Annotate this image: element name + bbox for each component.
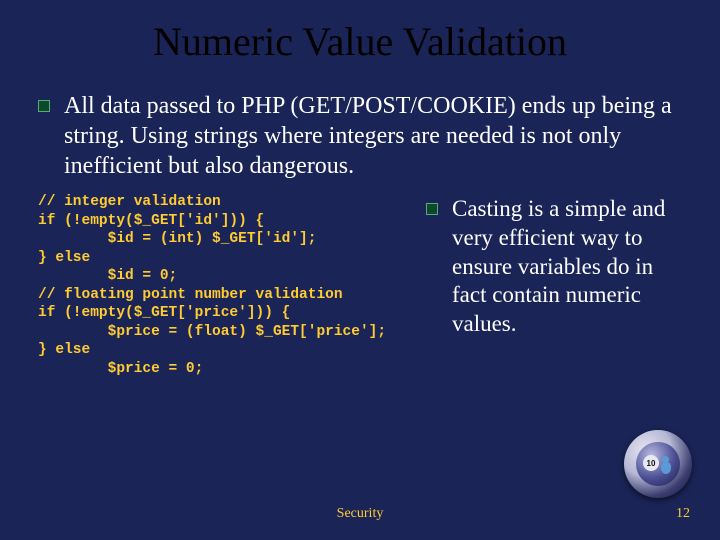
slide: Numeric Value Validation All data passed… <box>0 0 720 540</box>
code-block: // integer validation if (!empty($_GET['… <box>38 193 418 378</box>
footer-label: Security <box>0 506 720 522</box>
decorative-badge-icon: 10 <box>624 430 692 498</box>
badge-inner: 10 <box>636 442 680 486</box>
right-column: Casting is a simple and very efficient w… <box>426 193 682 378</box>
elephant-icon <box>660 454 672 474</box>
slide-title: Numeric Value Validation <box>38 18 682 65</box>
main-bullet-row: All data passed to PHP (GET/POST/COOKIE)… <box>38 91 682 181</box>
bullet-square-icon <box>38 100 50 112</box>
badge-number: 10 <box>643 455 659 471</box>
page-number: 12 <box>676 506 690 522</box>
lower-content: // integer validation if (!empty($_GET['… <box>38 193 682 378</box>
right-bullet-text: Casting is a simple and very efficient w… <box>452 195 682 339</box>
badge-ring: 10 <box>624 430 692 498</box>
main-bullet-text: All data passed to PHP (GET/POST/COOKIE)… <box>64 91 682 181</box>
right-bullet-row: Casting is a simple and very efficient w… <box>426 195 682 339</box>
bullet-square-icon <box>426 203 438 215</box>
